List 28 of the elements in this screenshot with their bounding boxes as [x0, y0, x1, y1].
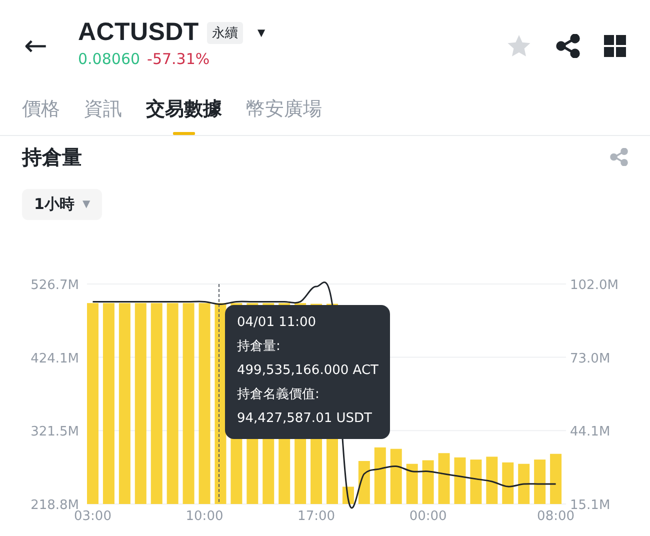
grid-icon[interactable]: [604, 35, 626, 57]
axis-label: 17:00: [298, 509, 336, 524]
axis-label: 08:00: [537, 509, 575, 524]
contract-tag: 永續: [206, 22, 243, 44]
tooltip-line: 94,427,587.01 USDT: [237, 410, 373, 428]
axis-label: 102.0M: [570, 278, 618, 293]
tooltip-line: 499,535,166.000 ACT: [237, 362, 378, 380]
symbol-dropdown[interactable]: ▼: [250, 25, 268, 40]
last-price: 0.08060: [78, 50, 140, 68]
tooltip-line: 持倉名義價值:: [237, 386, 320, 404]
symbol-title: ACTUSDT: [78, 18, 199, 47]
axis-label: 03:00: [74, 509, 112, 524]
axis-label: 424.1M: [30, 351, 79, 366]
tab[interactable]: 交易數據: [146, 88, 222, 135]
tooltip-time: 04/01 11:00: [237, 314, 318, 332]
axis-label: 00:00: [409, 509, 447, 524]
section-title: 持倉量: [22, 144, 82, 170]
star-icon[interactable]: [506, 34, 532, 58]
axis-label: 44.1M: [570, 424, 610, 440]
axis-label: 73.0M: [570, 351, 610, 366]
back-button[interactable]: ←: [24, 18, 78, 74]
price-change: -57.31%: [147, 50, 210, 68]
share-icon[interactable]: [556, 34, 580, 58]
interval-dropdown[interactable]: 1小時 ▼: [22, 189, 102, 220]
axis-label: 526.7M: [30, 278, 79, 293]
tooltip-line: 持倉量:: [237, 338, 282, 356]
axis-label: 321.5M: [30, 424, 79, 440]
axis-label: 10:00: [186, 509, 224, 524]
